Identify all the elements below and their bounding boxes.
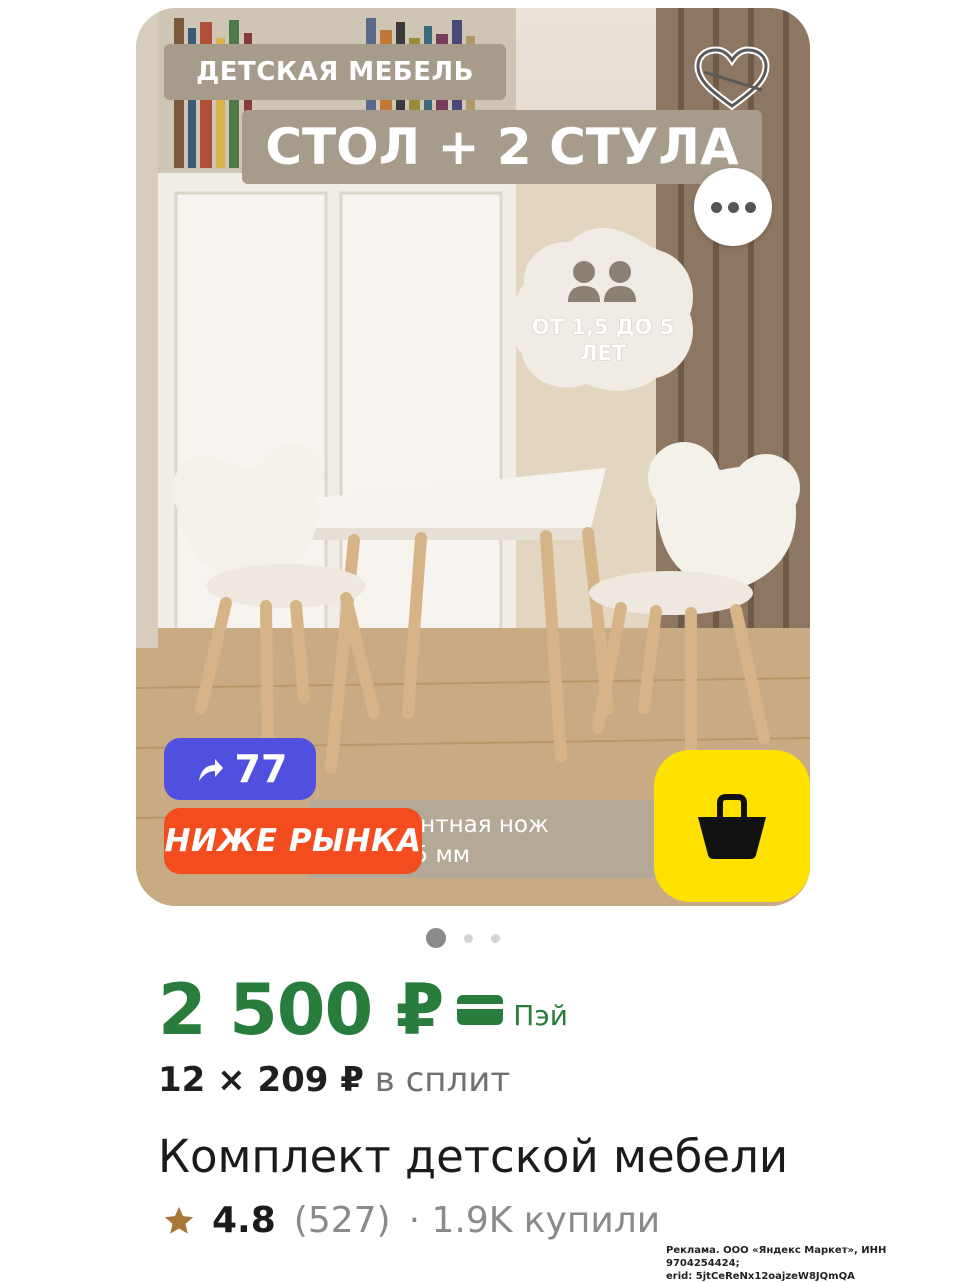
- age-range-label: ОТ 1,5 ДО 5 ЛЕТ: [508, 314, 698, 366]
- more-options-button[interactable]: [694, 168, 772, 246]
- cashback-badge[interactable]: 77: [164, 738, 316, 800]
- age-range-line2: ЛЕТ: [579, 341, 627, 365]
- split-note: в сплит: [374, 1060, 511, 1100]
- bought-count: · 1.9K купили: [408, 1200, 661, 1241]
- favorite-button[interactable]: [690, 44, 774, 114]
- basket-icon: [698, 794, 766, 859]
- more-dot-icon: [744, 201, 756, 213]
- ad-disclaimer-line2: erid: 5jtCeReNx12oajzeW8JQmQA: [666, 1271, 855, 1282]
- price-row: 2 500 ₽ Пэй: [158, 969, 568, 1051]
- rating-row: 4.8 (527) · 1.9K купили: [162, 1200, 660, 1241]
- rating-value: 4.8: [212, 1200, 276, 1241]
- more-dot-icon: [727, 201, 739, 213]
- pay-label: Пэй: [513, 998, 568, 1032]
- review-count: (527): [293, 1200, 391, 1241]
- set-banner: СТОЛ + 2 СТУЛА: [242, 110, 762, 184]
- below-market-badge: НИЖЕ РЫНКА: [164, 808, 422, 874]
- carousel-dot[interactable]: [426, 928, 446, 948]
- card-icon: [457, 995, 504, 1025]
- product-title[interactable]: Комплект детской мебели: [158, 1130, 788, 1183]
- ad-disclaimer: Реклама. ООО «Яндекс Маркет», ИНН 970425…: [666, 1244, 956, 1283]
- add-to-cart-button[interactable]: [654, 750, 810, 902]
- category-banner: ДЕТСКАЯ МЕБЕЛЬ: [164, 44, 506, 100]
- price: 2 500 ₽: [158, 969, 444, 1051]
- ad-disclaimer-line1: Реклама. ООО «Яндекс Маркет», ИНН 970425…: [666, 1245, 887, 1269]
- age-badge-shape: [510, 228, 693, 391]
- more-dot-icon: [710, 201, 722, 213]
- age-range-line1: ОТ 1,5 ДО 5: [531, 315, 675, 339]
- star-icon: [164, 1206, 194, 1234]
- cashback-arrow-icon: [198, 759, 223, 781]
- heart-icon: [694, 46, 770, 111]
- split-amount: 12 × 209 ₽: [158, 1060, 364, 1100]
- carousel-dot[interactable]: [491, 933, 500, 943]
- cashback-value: 77: [234, 747, 288, 791]
- split-payment[interactable]: 12 × 209 ₽ в сплит: [158, 1060, 510, 1100]
- carousel-indicator: [426, 928, 500, 948]
- carousel-dot[interactable]: [464, 933, 473, 943]
